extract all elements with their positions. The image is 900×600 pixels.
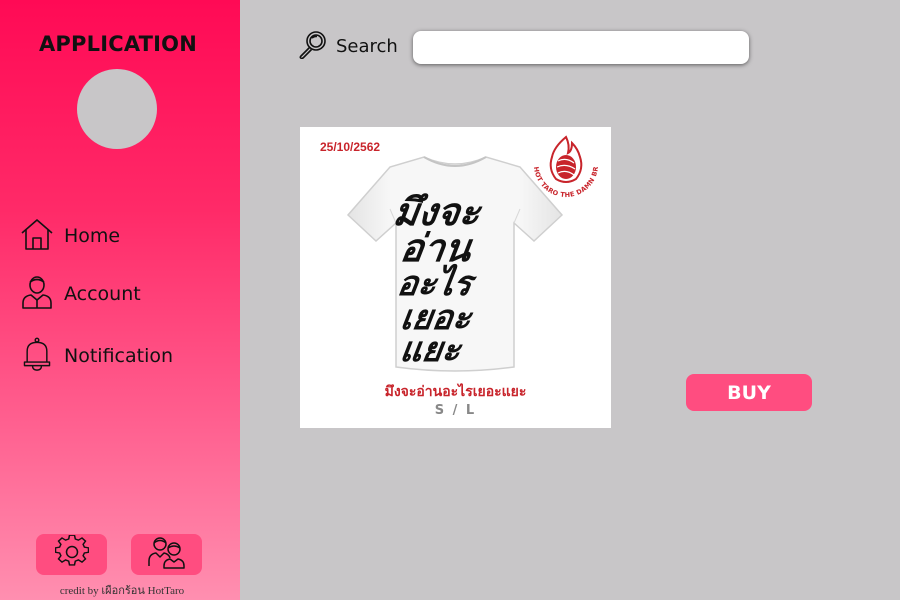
app-title: APPLICATION xyxy=(38,32,198,56)
sidebar: APPLICATION Home Account Notification cr… xyxy=(0,0,240,600)
home-icon xyxy=(20,217,54,256)
search-label: Search xyxy=(336,35,398,57)
search-area: Search xyxy=(298,29,398,63)
shirt-print-line-5: แยะ xyxy=(398,330,465,370)
bell-icon xyxy=(20,337,54,376)
tshirt-image: มึงจะ อ่าน อะไร เยอะ แยะ xyxy=(346,156,564,372)
nav-label-notification: Notification xyxy=(64,345,174,367)
nav-item-home[interactable]: Home xyxy=(20,216,120,256)
nav-item-account[interactable]: Account xyxy=(20,274,141,314)
avatar[interactable] xyxy=(77,69,157,149)
buy-button[interactable]: BUY xyxy=(686,374,812,411)
product-name: มึงจะอ่านอะไรเยอะแยะ xyxy=(384,384,527,400)
users-button[interactable] xyxy=(131,534,202,575)
nav-label-home: Home xyxy=(64,225,121,247)
user-icon xyxy=(20,275,54,314)
nav-item-notification[interactable]: Notification xyxy=(20,336,173,376)
gear-icon xyxy=(54,534,89,574)
credit-text: credit by เผือกร้อน HotTaro xyxy=(59,585,185,597)
settings-button[interactable] xyxy=(36,534,107,575)
search-input[interactable] xyxy=(413,31,749,64)
product-sizes: S / L xyxy=(434,403,477,418)
search-icon[interactable] xyxy=(298,29,328,64)
nav-label-account: Account xyxy=(64,283,141,305)
product-date: 25/10/2562 xyxy=(320,140,381,154)
users-icon xyxy=(147,535,187,574)
product-card[interactable]: 25/10/2562 HOT TARO THE DAMN BRAND มึงจะ… xyxy=(300,127,611,428)
